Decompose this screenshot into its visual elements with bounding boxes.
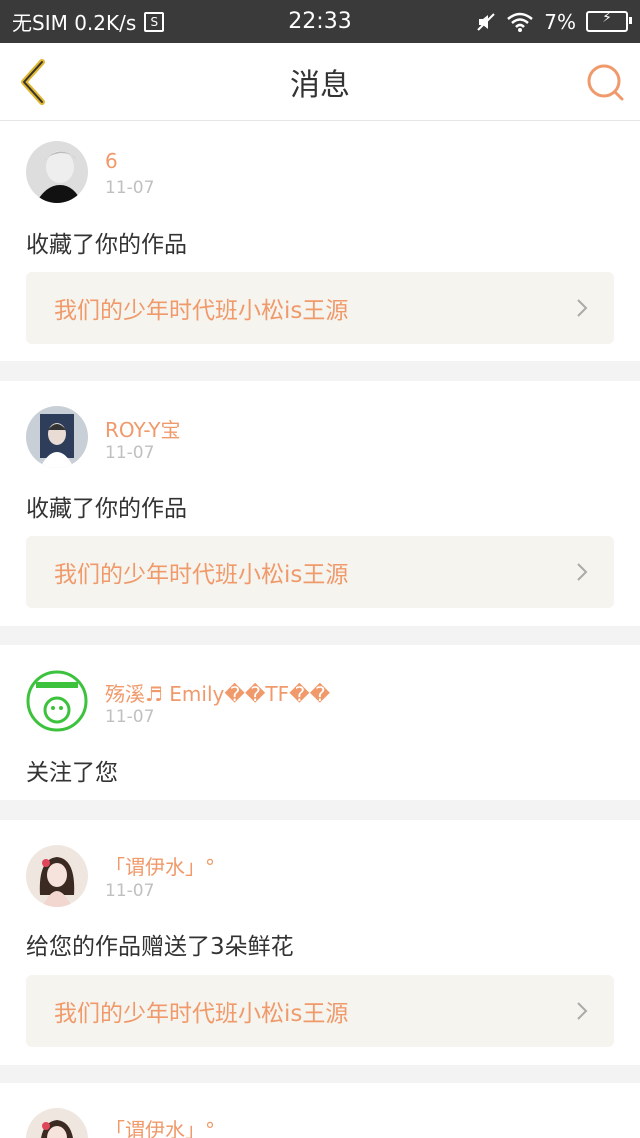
status-left: 无SIM 0.2K/s S — [12, 7, 165, 36]
work-link[interactable]: 我们的少年时代班小松is王源 — [26, 536, 614, 608]
carrier-speed-text: 无SIM 0.2K/s — [12, 11, 137, 35]
username[interactable]: 殇溪♬ Emily��TF�� — [105, 678, 330, 707]
avatar[interactable] — [26, 1108, 88, 1138]
message-card: 「谓伊水」° — [0, 1083, 640, 1138]
wifi-icon — [507, 12, 534, 32]
chevron-right-icon — [577, 299, 588, 317]
message-date: 11-07 — [105, 443, 155, 463]
battery-percent: 7% — [544, 9, 576, 34]
message-card: ROY-Y宝 11-07 收藏了你的作品 我们的少年时代班小松is王源 — [0, 381, 640, 626]
message-action: 收藏了你的作品 — [26, 496, 187, 522]
work-title: 我们的少年时代班小松is王源 — [54, 562, 349, 588]
battery-charging-icon: ⚡ — [586, 10, 632, 32]
username[interactable]: 「谓伊水」° — [105, 851, 215, 880]
message-action: 关注了您 — [26, 760, 118, 786]
status-right: 7% ⚡ — [476, 9, 632, 34]
message-card: 「谓伊水」° 11-07 给您的作品赠送了3朵鲜花 我们的少年时代班小松is王源 — [0, 820, 640, 1065]
username[interactable]: 6 — [105, 149, 118, 173]
avatar[interactable] — [26, 406, 88, 468]
username[interactable]: ROY-Y宝 — [105, 414, 180, 443]
chevron-right-icon — [577, 1002, 588, 1020]
back-chevron-icon[interactable] — [16, 59, 50, 105]
message-date: 11-07 — [105, 707, 155, 727]
work-title: 我们的少年时代班小松is王源 — [54, 1001, 349, 1027]
avatar[interactable] — [26, 670, 88, 732]
work-link[interactable]: 我们的少年时代班小松is王源 — [26, 272, 614, 344]
s-badge-icon: S — [144, 11, 165, 32]
avatar[interactable] — [26, 141, 88, 203]
message-action: 收藏了你的作品 — [26, 232, 187, 258]
mute-icon — [477, 12, 495, 31]
avatar[interactable] — [26, 845, 88, 907]
search-icon[interactable] — [586, 63, 626, 103]
username[interactable]: 「谓伊水」° — [105, 1114, 215, 1138]
message-card: 6 11-07 收藏了你的作品 我们的少年时代班小松is王源 — [0, 121, 640, 361]
page-title: 消息 — [290, 67, 350, 103]
message-date: 11-07 — [105, 178, 155, 198]
message-date: 11-07 — [105, 881, 155, 901]
message-card: 殇溪♬ Emily��TF�� 11-07 关注了您 — [0, 645, 640, 800]
work-title: 我们的少年时代班小松is王源 — [54, 298, 349, 324]
chevron-right-icon — [577, 563, 588, 581]
status-bar: 无SIM 0.2K/s S 22:33 7% ⚡ — [0, 0, 640, 43]
header-bar: 消息 — [0, 43, 640, 121]
message-action: 给您的作品赠送了3朵鲜花 — [26, 934, 294, 960]
work-link[interactable]: 我们的少年时代班小松is王源 — [26, 975, 614, 1047]
